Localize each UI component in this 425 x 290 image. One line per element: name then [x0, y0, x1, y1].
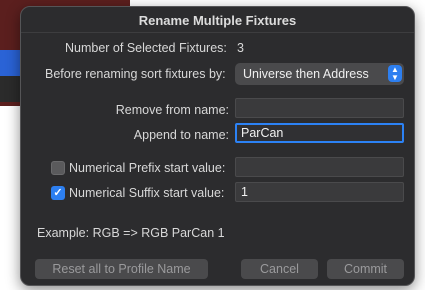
cancel-button[interactable]: Cancel	[241, 259, 318, 279]
prefix-input[interactable]	[235, 157, 404, 177]
updown-chevron-icon: ▲ ▼	[388, 65, 402, 82]
remove-label: Remove from name:	[115, 103, 229, 117]
selected-count-label: Number of Selected Fixtures:	[65, 41, 227, 55]
append-input[interactable]	[235, 123, 404, 143]
reset-profile-name-button[interactable]: Reset all to Profile Name	[35, 259, 208, 279]
prefix-checkbox[interactable]	[51, 161, 65, 175]
append-label: Append to name:	[133, 128, 229, 142]
sort-select-value: Universe then Address	[243, 67, 369, 81]
background-row	[0, 76, 20, 102]
suffix-label: Numerical Suffix start value:	[69, 186, 225, 200]
selected-count-value: 3	[237, 41, 244, 55]
dialog-title: Rename Multiple Fixtures	[138, 13, 297, 28]
commit-button[interactable]: Commit	[327, 259, 404, 279]
suffix-input[interactable]	[235, 182, 404, 202]
rename-dialog: Rename Multiple Fixtures Number of Selec…	[20, 6, 415, 286]
background-selected-row	[0, 50, 22, 76]
remove-input[interactable]	[235, 98, 404, 118]
title-divider	[21, 32, 414, 33]
example-text: Example: RGB => RGB ParCan 1	[37, 226, 225, 240]
sort-label: Before renaming sort fixtures by:	[45, 67, 226, 81]
checkmark-icon: ✓	[53, 187, 63, 199]
sort-select[interactable]: Universe then Address ▲ ▼	[235, 63, 404, 85]
suffix-checkbox[interactable]: ✓	[51, 186, 65, 200]
prefix-label: Numerical Prefix start value:	[69, 161, 226, 175]
